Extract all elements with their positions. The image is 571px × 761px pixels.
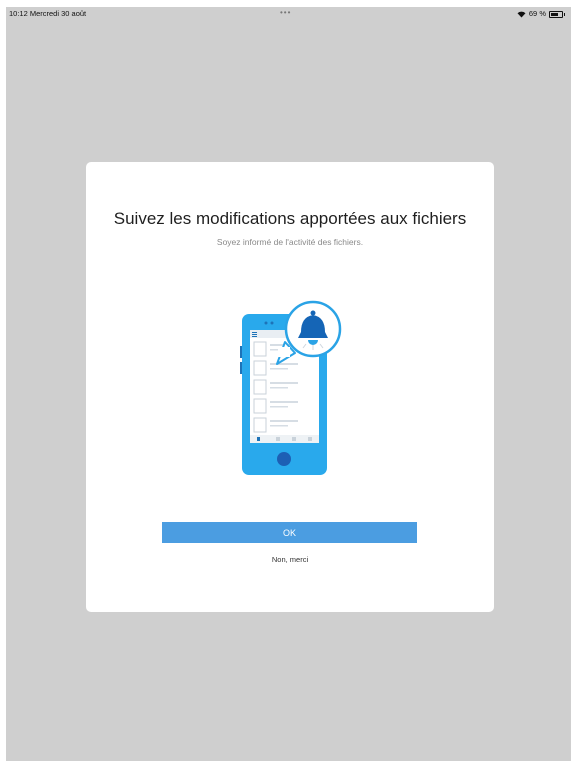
dialog-title: Suivez les modifications apportées aux f… <box>113 209 467 228</box>
onboarding-dialog: Suivez les modifications apportées aux f… <box>86 162 494 612</box>
phone-notification-illustration <box>240 300 342 475</box>
status-time-date: 10:12 Mercredi 30 août <box>9 9 87 18</box>
decline-link[interactable]: Non, merci <box>86 555 494 564</box>
multitasking-dots[interactable]: ••• <box>280 7 291 20</box>
ok-button[interactable]: OK <box>162 522 417 543</box>
screen: 10:12 Mercredi 30 août ••• 69 % Suivez l… <box>6 7 571 761</box>
battery-level <box>551 12 558 16</box>
battery-icon <box>549 10 565 18</box>
battery-percentage: 69 % <box>528 9 546 18</box>
dialog-subtitle: Soyez informé de l'activité des fichiers… <box>216 237 364 247</box>
status-right: 69 % <box>517 7 565 21</box>
wifi-icon <box>517 11 526 17</box>
bell-icon <box>276 300 342 365</box>
status-bar: 10:12 Mercredi 30 août ••• 69 % <box>6 7 571 21</box>
